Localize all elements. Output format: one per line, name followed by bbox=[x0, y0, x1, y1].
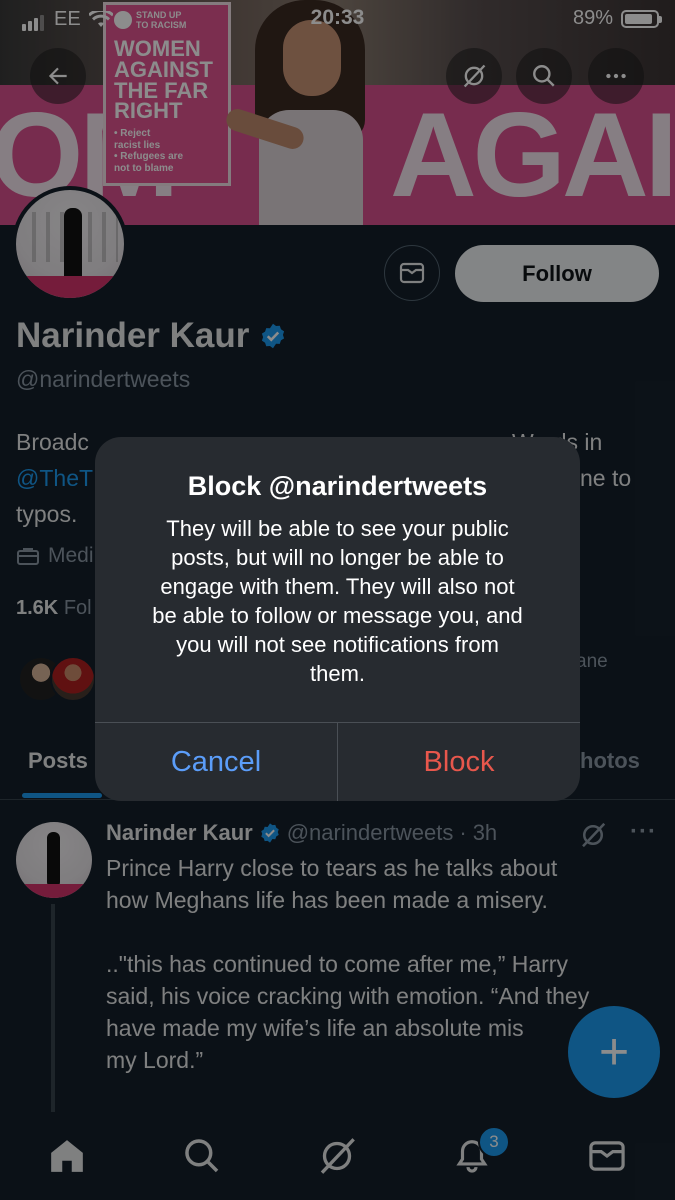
dialog-title: Block @narindertweets bbox=[187, 471, 488, 501]
block-button[interactable]: Block bbox=[338, 723, 580, 801]
dialog-message: They will be able to see your public pos… bbox=[152, 516, 523, 686]
block-dialog: Block @narindertweets They will be able … bbox=[95, 437, 580, 801]
cancel-button[interactable]: Cancel bbox=[95, 723, 337, 801]
